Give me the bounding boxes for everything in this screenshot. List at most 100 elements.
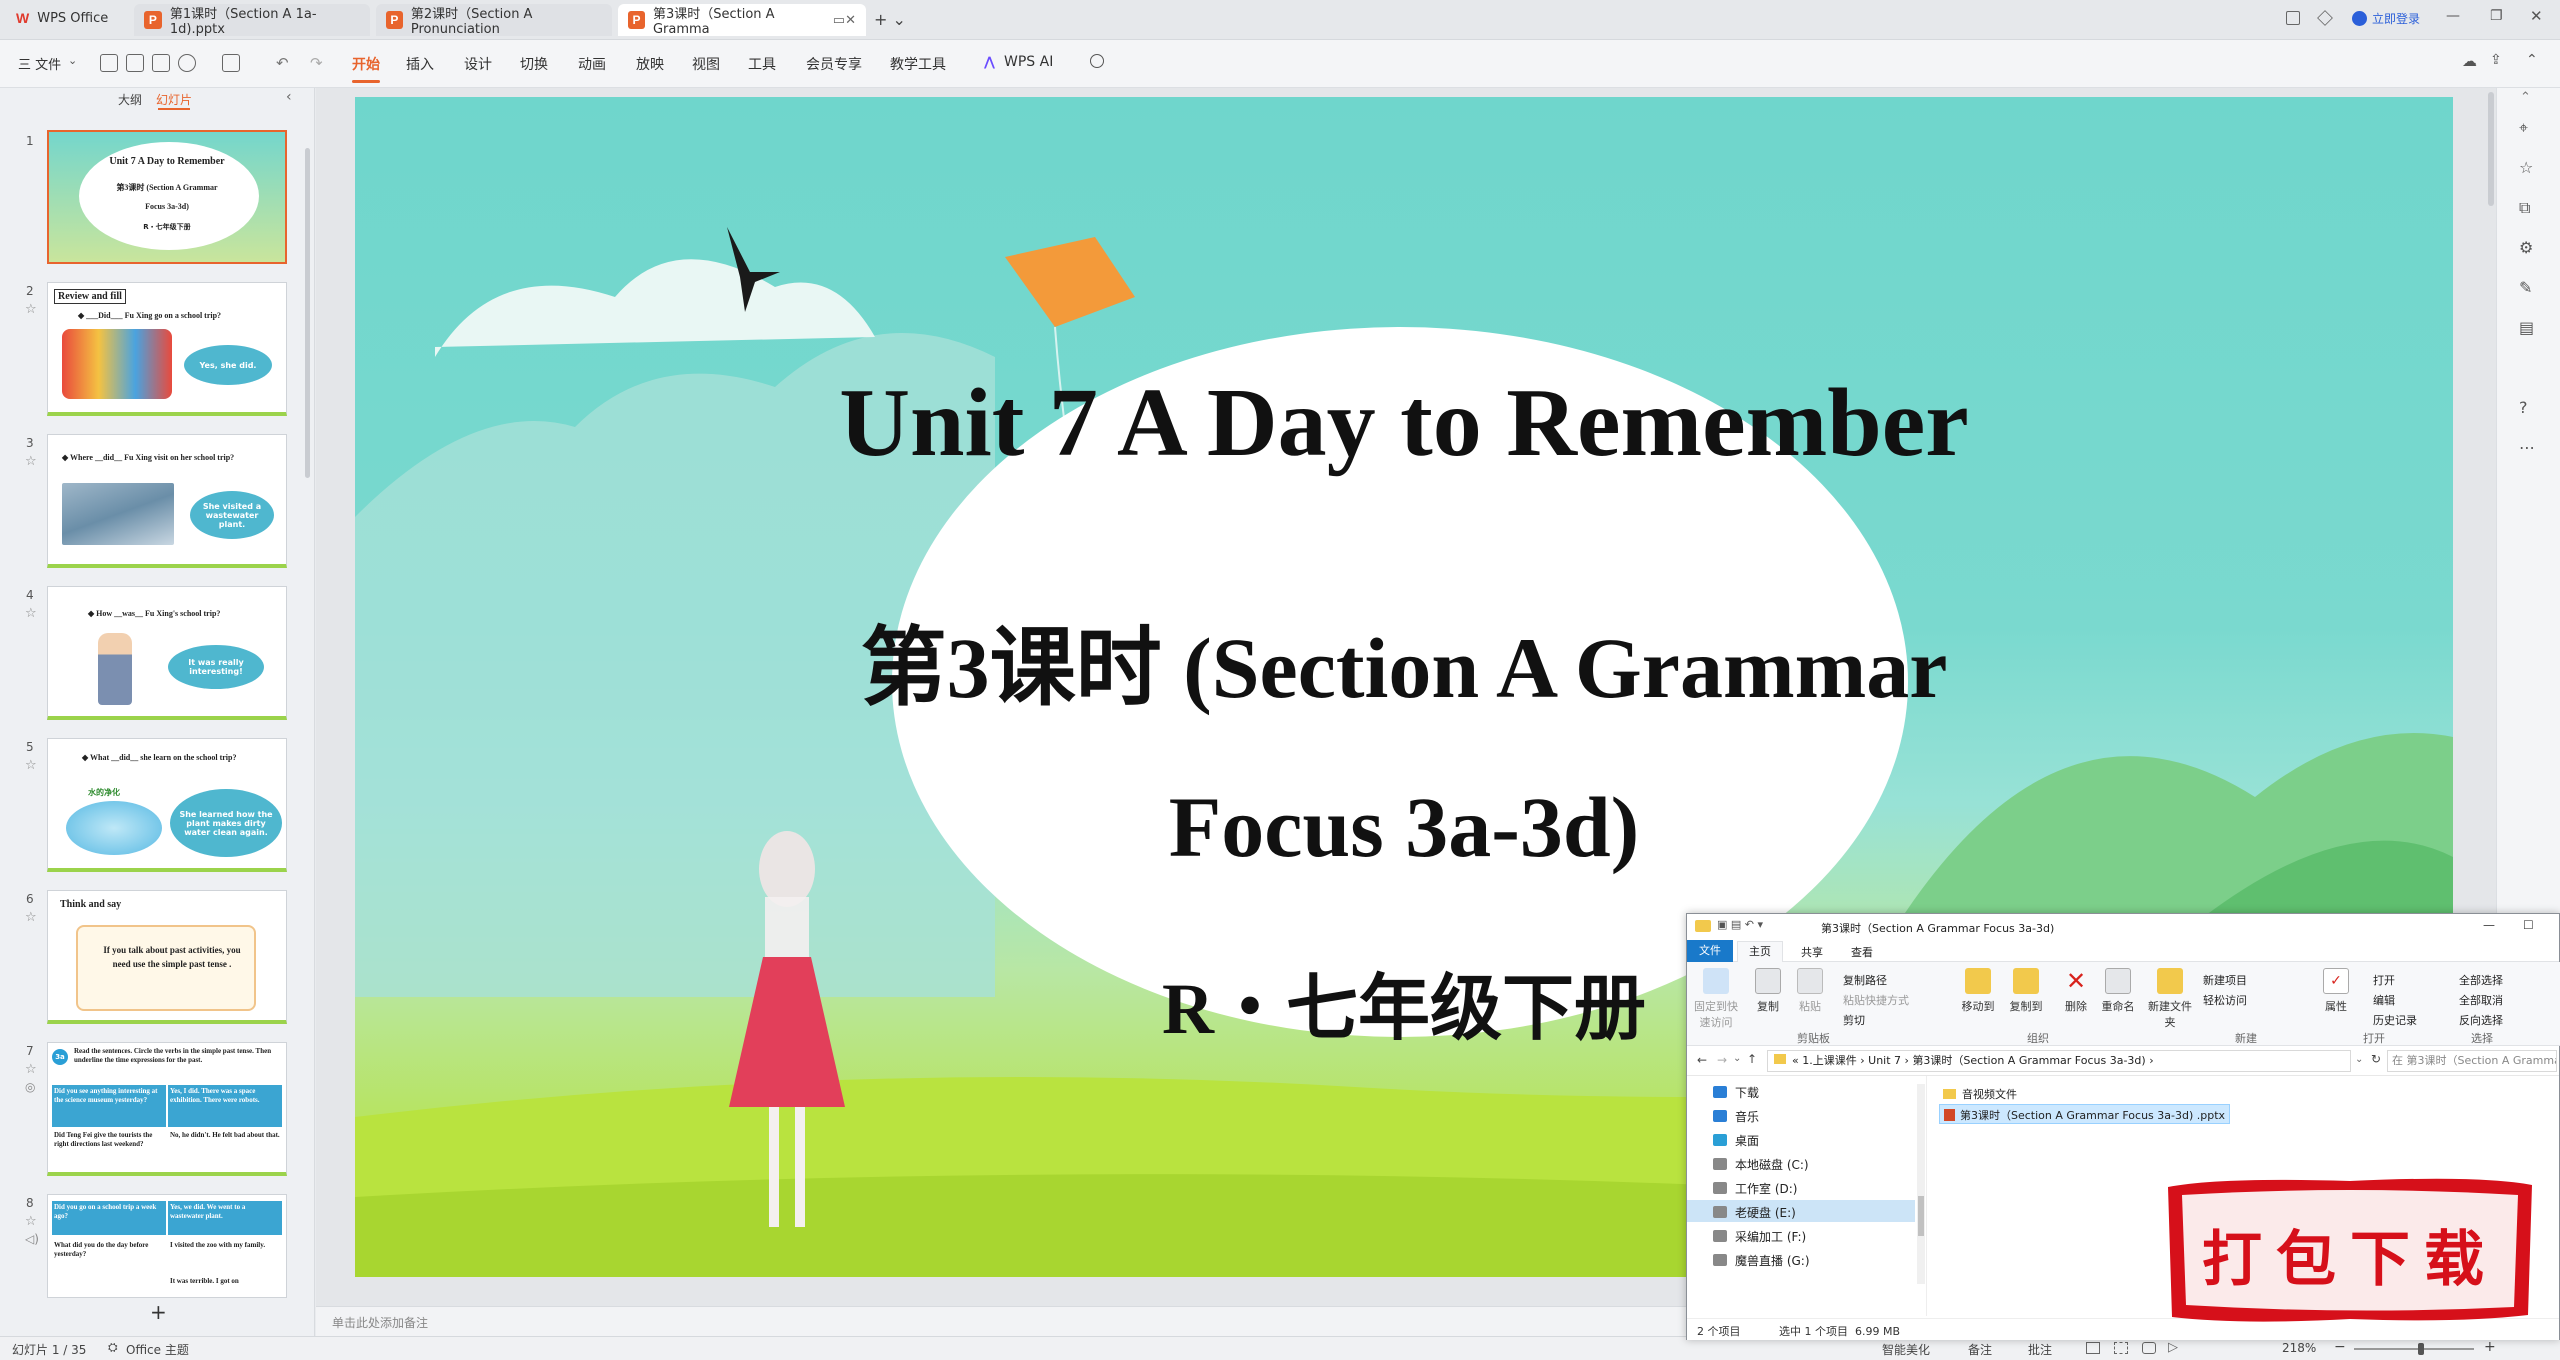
audio-icon[interactable]: ◁) [25,1232,39,1246]
nav-drive-d[interactable]: 工作室 (D:) [1713,1180,1797,1197]
print-icon[interactable] [152,54,170,72]
menu-view[interactable]: 视图 [692,54,720,74]
bundle-download-banner[interactable]: 打包下载 [2160,1173,2540,1327]
paste-button[interactable]: 粘贴 [1787,968,1833,1014]
copy-path-button[interactable]: 复制路径 [1843,972,1887,988]
tab-document-2[interactable]: P 第2课时（Section A Pronunciation [376,4,612,37]
edit-tool-icon[interactable]: ✎ [2519,278,2532,297]
menu-teaching-tools[interactable]: 教学工具 [890,54,946,74]
refresh-icon[interactable]: ↻ [2371,1052,2381,1066]
new-folder-button[interactable]: 新建文件夹 [2147,968,2193,1030]
delete-button[interactable]: ✕ 删除 [2053,968,2099,1014]
slide-thumb-5[interactable]: ◆ What __did__ she learn on the school t… [47,738,287,872]
file-item-pptx[interactable]: 第3课时（Section A Grammar Focus 3a-3d) .ppt… [1939,1104,2231,1124]
adjust-tool-icon[interactable]: ⚙ [2519,238,2533,257]
close-tab-icon[interactable]: ✕ [845,13,856,28]
slide-thumb-8[interactable]: Did you go on a school trip a week ago? … [47,1194,287,1298]
recent-icon[interactable]: ⌄ [1733,1053,1741,1064]
invert-selection-button[interactable]: 反向选择 [2459,1012,2503,1028]
easy-access-button[interactable]: 轻松访问 [2203,992,2247,1008]
nav-scrollbar[interactable] [1917,1084,1925,1284]
path-part[interactable]: 1.上课课件 [1802,1054,1857,1067]
cut-button[interactable]: 剪切 [1843,1012,1865,1028]
select-none-button[interactable]: 全部取消 [2459,992,2503,1008]
menu-transitions[interactable]: 切换 [520,54,548,74]
notes-button[interactable]: 备注 [1968,1341,1992,1358]
file-item-folder[interactable]: 音视频文件 [1943,1086,2017,1102]
slide-title[interactable]: Unit 7 A Day to Remember [355,367,2453,479]
copy-button[interactable]: 复制 [1745,968,1791,1014]
user-login[interactable]: 立即登录 [2352,10,2420,27]
star-icon[interactable]: ☆ [25,606,37,621]
nav-drive-c[interactable]: 本地磁盘 (C:) [1713,1156,1809,1173]
path-part[interactable]: Unit 7 [1868,1054,1901,1067]
nav-desktop[interactable]: 桌面 [1713,1132,1759,1149]
up-icon[interactable]: ↑ [1747,1052,1757,1066]
export-pdf-icon[interactable] [126,54,144,72]
format-painter-icon[interactable] [222,54,240,72]
star-icon[interactable]: ☆ [25,910,37,925]
zoom-in-icon[interactable]: + [2484,1339,2496,1355]
star-icon[interactable]: ☆ [25,1062,37,1077]
zoom-slider-thumb[interactable] [2418,1343,2424,1355]
help-icon[interactable]: ? [2519,398,2528,417]
collapse-pane-icon[interactable]: ‹ [286,89,292,105]
slide-thumb-7[interactable]: 3a Read the sentences. Circle the verbs … [47,1042,287,1176]
collapse-ribbon-icon[interactable]: ⌃ [2526,52,2538,68]
slide-thumb-2[interactable]: Review and fill ◆ ___Did___ Fu Xing go o… [47,282,287,416]
edit-button[interactable]: 编辑 [2373,992,2395,1008]
paste-shortcut-button[interactable]: 粘贴快捷方式 [1843,992,1909,1008]
menu-slideshow[interactable]: 放映 [636,54,664,74]
view-grid-icon[interactable] [2114,1342,2128,1354]
restore-button[interactable]: ❐ [2490,8,2503,24]
save-icon[interactable] [100,54,118,72]
address-bar[interactable]: « 1.上课课件 › Unit 7 › 第3课时（Section A Gramm… [1767,1050,2351,1072]
menu-home[interactable]: 开始 [352,54,380,74]
menu-design[interactable]: 设计 [464,54,492,74]
minimize-button[interactable]: — [2446,8,2460,24]
menu-animation[interactable]: 动画 [578,54,606,74]
close-window-button[interactable]: ✕ [2530,7,2543,25]
menu-member[interactable]: 会员专享 [806,54,862,74]
view-normal-icon[interactable] [2086,1342,2100,1354]
select-all-button[interactable]: 全部选择 [2459,972,2503,988]
chevron-down-icon[interactable]: ⌄ [68,54,77,67]
maximize-button[interactable]: ☐ [2523,918,2534,932]
wps-home-tab[interactable]: W WPS Office [16,10,108,26]
arrow-up-icon[interactable]: ⌃ [2520,90,2531,105]
minimize-button[interactable]: — [2483,918,2495,932]
nav-drive-g[interactable]: 魔兽直播 (G:) [1713,1252,1810,1269]
file-menu[interactable]: 三 文件 [18,54,61,73]
cloud-sync-icon[interactable]: ☁ [2462,52,2477,70]
pointer-icon[interactable]: ⌖ [2519,118,2528,138]
pane-scrollbar[interactable] [305,148,310,478]
menu-wps-ai[interactable]: WPS AI [1004,54,1053,70]
new-tab-button[interactable]: + ⌄ [874,10,906,29]
tab-home[interactable]: 主页 [1737,941,1783,962]
stage-scrollbar[interactable] [2488,92,2494,206]
properties-button[interactable]: ✓ 属性 [2313,968,2359,1014]
tab-view[interactable]: 查看 [1839,944,1885,960]
nav-music[interactable]: 音乐 [1713,1108,1759,1125]
slide-subtitle[interactable]: 第3课时 (Section A Grammar [355,597,2453,722]
beautify-button[interactable]: 智能美化 [1882,1341,1930,1358]
star-icon[interactable]: ☆ [25,1214,37,1229]
open-button[interactable]: 打开 [2373,972,2395,988]
more-tools-icon[interactable]: ⋯ [2519,438,2535,457]
library-tool-icon[interactable]: ▤ [2519,318,2534,337]
nav-drive-f[interactable]: 采编加工 (F:) [1713,1228,1806,1245]
tab-share[interactable]: 共享 [1789,944,1835,960]
search-box[interactable]: 在 第3课时（Section A Grammar ... [2387,1050,2557,1072]
quick-access-icons[interactable]: ▣ ▤ ↶ ▾ [1717,918,1763,931]
animation-icon[interactable]: ◎ [25,1080,35,1094]
slide-thumb-3[interactable]: ◆ Where __did__ Fu Xing visit on her sch… [47,434,287,568]
nav-drive-e[interactable]: 老硬盘 (E:) [1713,1204,1796,1221]
zoom-out-icon[interactable]: − [2334,1339,2346,1355]
forward-icon[interactable]: → [1717,1053,1727,1067]
tab-outline[interactable]: 大纲 [118,91,142,108]
monitor-icon[interactable]: ▭ [833,13,845,28]
add-slide-button[interactable]: + [150,1300,167,1324]
slide-thumb-4[interactable]: ◆ How __was__ Fu Xing's school trip? It … [47,586,287,720]
star-icon[interactable]: ☆ [25,302,37,317]
star-icon[interactable]: ☆ [25,454,37,469]
